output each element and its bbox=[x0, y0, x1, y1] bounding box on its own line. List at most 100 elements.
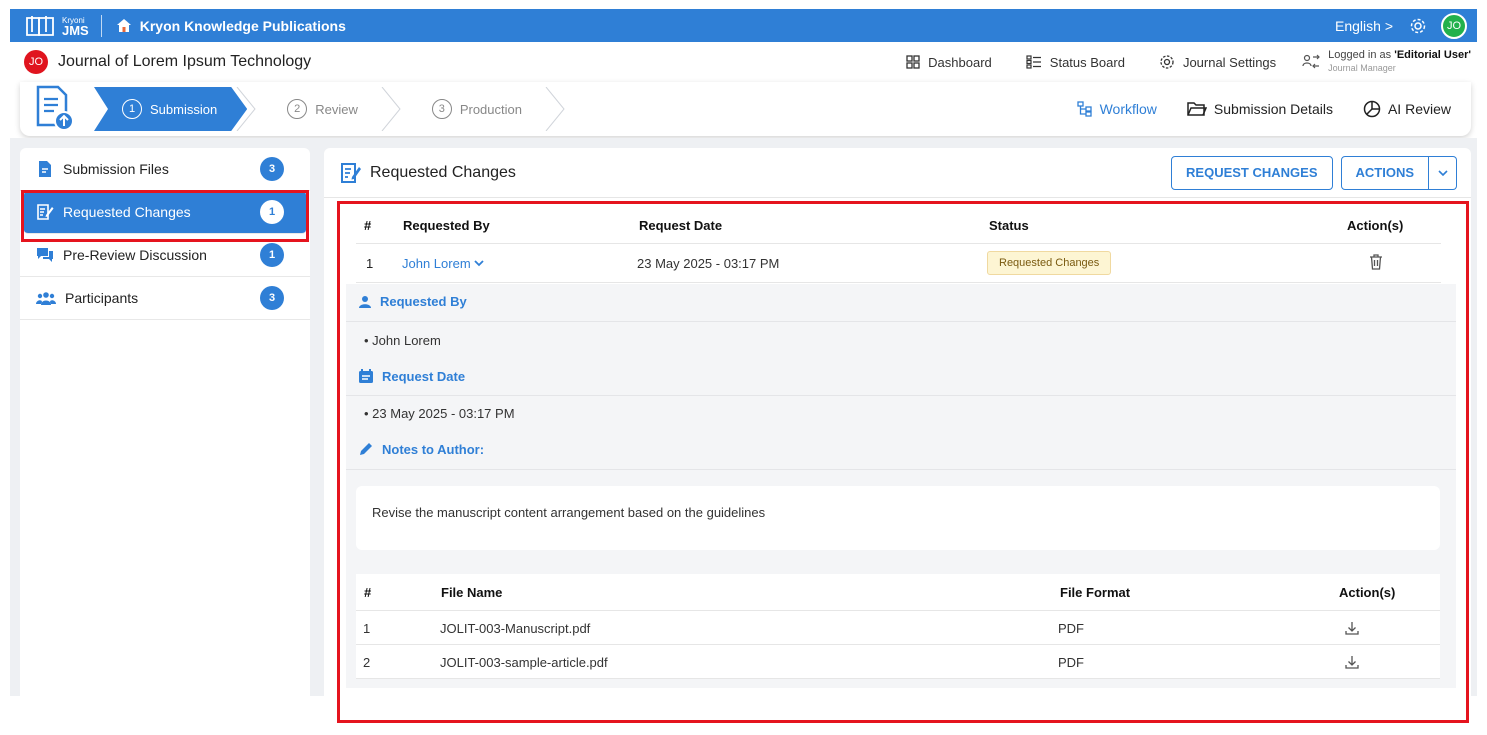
divider bbox=[346, 321, 1456, 322]
submission-document-icon bbox=[34, 85, 94, 133]
files-table-header: # File Name File Format Action(s) bbox=[356, 574, 1440, 611]
col-request-date: Request Date bbox=[639, 218, 723, 233]
top-bar: Kryoni JMS Kryon Knowledge Publications … bbox=[10, 9, 1477, 42]
nav-dashboard[interactable]: Dashboard bbox=[906, 55, 992, 70]
trash-icon[interactable] bbox=[1369, 253, 1383, 273]
file-icon bbox=[39, 161, 51, 177]
col-number: # bbox=[364, 585, 372, 600]
home-icon bbox=[116, 18, 131, 32]
nav-journal-settings[interactable]: Journal Settings bbox=[1159, 54, 1276, 70]
step-label: Submission bbox=[150, 101, 218, 117]
sidebar-item-participants[interactable]: Participants 3 bbox=[20, 277, 310, 320]
brand-logo[interactable]: Kryoni JMS bbox=[10, 9, 89, 42]
step-number: 2 bbox=[287, 99, 308, 119]
sidebar-item-pre-review-discussion[interactable]: Pre-Review Discussion 1 bbox=[20, 234, 310, 277]
request-date-label: Request Date bbox=[382, 368, 466, 384]
row-number: 1 bbox=[366, 255, 374, 271]
chevron-down-icon[interactable] bbox=[1429, 155, 1457, 190]
requested-by-name: John Lorem bbox=[402, 255, 471, 271]
nav-dashboard-label: Dashboard bbox=[928, 54, 992, 70]
nav-journal-settings-label: Journal Settings bbox=[1182, 54, 1277, 70]
workflow-icon bbox=[1076, 101, 1092, 117]
pencil-icon bbox=[360, 443, 372, 455]
count-badge: 1 bbox=[260, 243, 284, 267]
step-number: 1 bbox=[122, 99, 142, 119]
sidebar-item-submission-files[interactable]: Submission Files 3 bbox=[20, 148, 310, 191]
download-icon[interactable] bbox=[1344, 654, 1360, 673]
step-label: Production bbox=[459, 101, 522, 117]
requested-by-label: Requested By bbox=[380, 294, 467, 309]
status-board-icon bbox=[1026, 55, 1041, 69]
panel-header: Requested Changes REQUEST CHANGES ACTION… bbox=[324, 148, 1471, 198]
participants-icon bbox=[36, 292, 56, 305]
request-date-heading: Request Date bbox=[358, 368, 465, 384]
ai-review-link[interactable]: AI Review bbox=[1363, 100, 1451, 118]
table-row: 1 John Lorem 23 May 2025 - 03:17 PM Requ… bbox=[356, 244, 1441, 283]
col-requested-by: Requested By bbox=[403, 218, 490, 233]
book-icon bbox=[24, 14, 58, 38]
request-detail: Requested By • John Lorem Request Date •… bbox=[346, 284, 1456, 688]
notes-heading: Notes to Author: bbox=[358, 441, 484, 457]
journal-avatar: JO bbox=[24, 50, 48, 74]
requested-by-toggle[interactable]: John Lorem bbox=[402, 256, 484, 271]
gear-icon[interactable] bbox=[1409, 17, 1427, 35]
user-role: Journal Manager bbox=[1328, 63, 1396, 73]
ai-review-label: AI Review bbox=[1387, 101, 1451, 117]
step-number: 3 bbox=[431, 99, 452, 119]
workflow-bar: 1 Submission 2 Review 3 Production Workf… bbox=[20, 82, 1471, 136]
notes-label: Notes to Author: bbox=[382, 441, 485, 457]
submission-details-link[interactable]: Submission Details bbox=[1187, 101, 1333, 117]
journal-title: Journal of Lorem Ipsum Technology bbox=[58, 53, 312, 70]
step-chevron bbox=[381, 87, 401, 131]
sidebar-item-label: Pre-Review Discussion bbox=[63, 247, 207, 263]
edit-document-icon bbox=[37, 204, 54, 220]
journal-header: JO Journal of Lorem Ipsum Technology Das… bbox=[10, 42, 1477, 82]
requested-by-value: • John Lorem bbox=[364, 333, 441, 348]
brand-name: JMS bbox=[62, 22, 89, 38]
file-name: JOLIT-003-sample-article.pdf bbox=[440, 655, 608, 670]
language-selector[interactable]: English > bbox=[1335, 18, 1393, 34]
col-file-format: File Format bbox=[1060, 585, 1131, 600]
status-badge: Requested Changes bbox=[987, 251, 1112, 275]
request-date: 23 May 2025 - 03:17 PM bbox=[637, 255, 780, 271]
col-actions: Action(s) bbox=[1339, 585, 1396, 600]
col-status: Status bbox=[989, 218, 1029, 233]
step-production[interactable]: 3 Production bbox=[381, 87, 565, 131]
user-icon bbox=[359, 295, 371, 308]
col-actions: Action(s) bbox=[1347, 218, 1404, 233]
logged-in-user: 'Editorial User' bbox=[1394, 49, 1471, 61]
switch-user-icon bbox=[1302, 54, 1321, 69]
sidebar-item-label: Requested Changes bbox=[63, 204, 191, 220]
sidebar-item-label: Submission Files bbox=[63, 161, 169, 177]
col-file-name: File Name bbox=[441, 585, 503, 600]
workflow-link[interactable]: Workflow bbox=[1076, 101, 1157, 117]
calendar-icon bbox=[359, 369, 373, 383]
chevron-down-icon bbox=[474, 259, 484, 266]
nav-status-board-label: Status Board bbox=[1049, 54, 1125, 70]
dashboard-icon bbox=[906, 55, 920, 69]
download-icon[interactable] bbox=[1344, 620, 1360, 639]
count-badge: 3 bbox=[260, 286, 284, 310]
count-badge: 3 bbox=[260, 157, 284, 181]
logged-in-prefix: Logged in as bbox=[1328, 49, 1395, 61]
row-number: 1 bbox=[363, 621, 371, 636]
user-avatar[interactable]: JO bbox=[1441, 12, 1467, 39]
step-submission[interactable]: 1 Submission bbox=[94, 87, 247, 131]
step-label: Review bbox=[315, 101, 358, 117]
actions-button[interactable]: ACTIONS bbox=[1340, 155, 1429, 190]
nav-status-board[interactable]: Status Board bbox=[1026, 55, 1125, 70]
col-number: # bbox=[364, 218, 372, 233]
file-format: PDF bbox=[1058, 621, 1084, 636]
logged-in-info[interactable]: Logged in as 'Editorial User' Journal Ma… bbox=[1302, 49, 1477, 75]
table-header: # Requested By Request Date Status Actio… bbox=[356, 208, 1441, 244]
table-row: 1 JOLIT-003-Manuscript.pdf PDF bbox=[356, 611, 1440, 645]
chat-icon bbox=[37, 248, 53, 262]
publisher-name: Kryon Knowledge Publications bbox=[139, 17, 346, 34]
step-review[interactable]: 2 Review bbox=[236, 87, 392, 131]
requests-table: # Requested By Request Date Status Actio… bbox=[356, 208, 1441, 283]
publisher-link[interactable]: Kryon Knowledge Publications bbox=[116, 18, 346, 34]
sidebar-item-requested-changes[interactable]: Requested Changes 1 bbox=[24, 191, 306, 234]
actions-dropdown[interactable]: ACTIONS bbox=[1340, 155, 1457, 190]
request-changes-button[interactable]: REQUEST CHANGES bbox=[1171, 155, 1333, 190]
count-badge: 1 bbox=[260, 200, 284, 224]
